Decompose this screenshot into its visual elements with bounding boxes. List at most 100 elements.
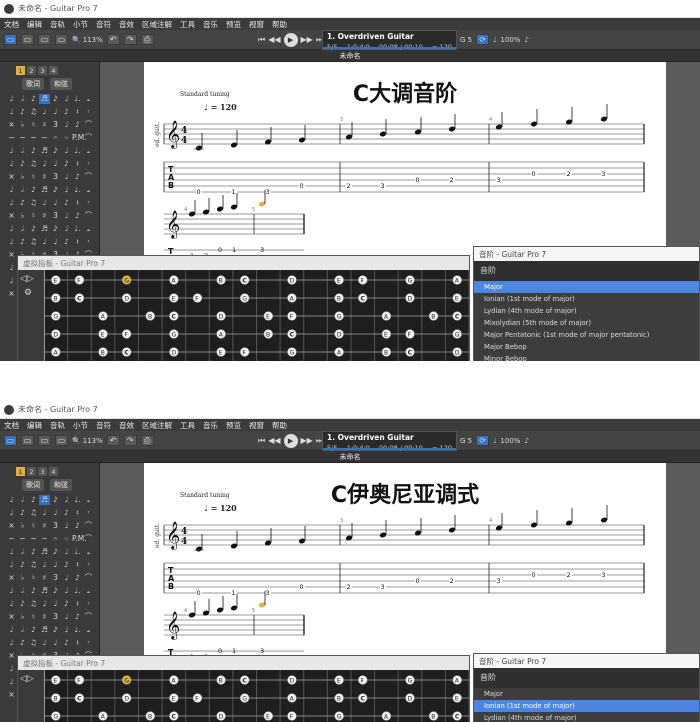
palette-symbol[interactable]: ♭ [17,120,28,130]
palette-symbol[interactable]: ♯ [39,120,50,130]
palette-symbol[interactable]: ♩ [6,276,17,286]
palette-symbol[interactable]: × [6,172,17,182]
track-display[interactable]: 1. Overdriven Guitar 5/51:0:4:000:08 / 0… [322,430,457,452]
palette-symbol[interactable]: ♪ [72,172,83,182]
menu-item-10[interactable]: 视窗 [249,420,264,431]
metronome-icon[interactable]: ♩ [493,36,496,44]
palette-symbol[interactable]: 𝄾 [83,159,94,169]
palette-symbol[interactable]: 3 [50,612,61,622]
palette-symbol[interactable]: ~ [6,133,17,143]
scale-item[interactable]: Major [474,688,699,700]
menu-item-11[interactable]: 帮助 [272,19,287,30]
palette-symbol[interactable]: ♪ [72,573,83,583]
zoom-control[interactable]: 🔍 113% [72,36,103,44]
undo-button[interactable]: ↶ [106,435,120,446]
palette-symbol[interactable]: ♩ [39,599,50,609]
palette-symbol[interactable]: ♩ [6,263,17,273]
palette-symbol[interactable]: ♭ [17,172,28,182]
view-mode-button[interactable]: ▭ [4,435,17,446]
palette-symbol[interactable]: ♩. [72,586,83,596]
palette-symbol[interactable]: 𝄽 [72,237,83,247]
palette-symbol[interactable]: ⌒ [83,573,94,583]
palette-symbol[interactable]: 𝄑 [61,133,72,143]
palette-tab-3[interactable]: 3 [38,66,47,75]
palette-symbol[interactable]: 𝄽 [72,198,83,208]
palette-symbol[interactable]: ♩ [6,495,17,505]
palette-symbol[interactable]: ♫ [28,159,39,169]
palette-symbol[interactable]: ♯ [39,211,50,221]
palette-symbol[interactable]: 𝅘𝅥𝅯 [50,146,61,156]
menu-item-6[interactable]: 区域注解 [142,420,172,431]
palette-symbol[interactable]: ♪ [17,599,28,609]
palette-symbol[interactable]: ~ [39,133,50,143]
loop-button[interactable]: ⟳ [476,34,490,45]
palette-symbol[interactable]: 𝄽 [72,508,83,518]
palette-symbol[interactable]: ♩ [39,638,50,648]
palette-symbol[interactable]: ♪ [72,521,83,531]
palette-symbol[interactable]: ♮ [28,211,39,221]
play-icon[interactable]: ▶ [283,433,298,448]
palette-symbol[interactable]: 𝅘𝅥𝅯 [50,547,61,557]
menu-item-8[interactable]: 音乐 [203,19,218,30]
palette-symbol[interactable]: 𝅗𝅥 [17,625,28,635]
view-mode-button[interactable]: ▭ [4,34,17,45]
menu-item-4[interactable]: 音符 [96,19,111,30]
palette-tab-3[interactable]: 3 [38,467,47,476]
play-icon[interactable]: ▶ [283,32,298,47]
palette-symbol[interactable]: ♩. [72,224,83,234]
palette-symbol[interactable]: 𝅝 [83,625,94,635]
palette-symbol[interactable]: ♪ [17,198,28,208]
palette-symbol[interactable]: ♪ [61,599,72,609]
menu-item-5[interactable]: 音效 [119,420,134,431]
palette-symbol[interactable]: 𝄐 [50,133,61,143]
menu-item-1[interactable]: 编辑 [27,420,42,431]
fretboard[interactable]: E F G A B C D E F G AB C D E F G A B C D EG A B C D E F G A B C [44,670,469,722]
palette-symbol[interactable]: × [6,289,17,299]
palette-symbol[interactable]: ♩ [61,146,72,156]
palette-symbol[interactable]: 3 [50,172,61,182]
palette-symbol[interactable]: ♮ [28,521,39,531]
palette-symbol[interactable]: ♪ [28,547,39,557]
palette-symbol[interactable]: ♩ [6,547,17,557]
palette-symbol[interactable]: ~ [17,133,28,143]
palette-symbol[interactable]: P.M. [72,534,87,544]
menu-item-9[interactable]: 预览 [226,19,241,30]
palette-symbol[interactable]: ⌒ [83,120,94,130]
prev-bar-icon[interactable]: ◀◀ [268,35,280,44]
menu-item-4[interactable]: 音符 [96,420,111,431]
scale-item[interactable]: Ionian (1st mode of major) [474,293,699,305]
palette-symbol[interactable]: ♯ [39,612,50,622]
print-button[interactable]: ⎙ [140,34,154,45]
palette-symbol[interactable]: ♩ [50,560,61,570]
palette-symbol[interactable]: ♩ [61,547,72,557]
file-tab[interactable]: 未命名 [0,451,700,463]
palette-symbol[interactable]: ♪ [72,211,83,221]
palette-symbol[interactable]: ♩ [6,198,17,208]
palette-symbol[interactable]: 𝄾 [83,638,94,648]
palette-symbol[interactable]: 𝄾 [83,560,94,570]
palette-symbol[interactable]: ♩ [50,237,61,247]
palette-symbol[interactable]: 3 [50,573,61,583]
palette-symbol[interactable]: ♩ [6,586,17,596]
scale-item[interactable]: Major Pentatonic (1st mode of major pent… [474,329,699,341]
palette-symbol[interactable]: ♬ [39,495,50,505]
palette-symbol[interactable]: ♮ [28,172,39,182]
palette-symbol[interactable]: ♩ [39,198,50,208]
palette-symbol[interactable]: ♪ [61,107,72,117]
palette-symbol[interactable]: 3 [50,521,61,531]
menu-item-3[interactable]: 小节 [73,19,88,30]
menu-item-1[interactable]: 编辑 [27,19,42,30]
palette-symbol[interactable]: ♩ [50,159,61,169]
menu-item-10[interactable]: 视窗 [249,19,264,30]
palette-symbol[interactable]: ♩ [6,599,17,609]
volume-value[interactable]: 100% [500,437,520,445]
palette-symbol[interactable]: ♩ [6,560,17,570]
menu-item-5[interactable]: 音效 [119,19,134,30]
zoom-control[interactable]: 🔍 113% [72,437,103,445]
palette-symbol[interactable]: 𝄾 [83,237,94,247]
palette-symbol[interactable]: ♬ [39,547,50,557]
palette-symbol[interactable]: ♯ [39,172,50,182]
palette-symbol[interactable]: ♩. [72,625,83,635]
palette-symbol[interactable]: ♪ [17,560,28,570]
palette-symbol[interactable]: ♫ [28,198,39,208]
